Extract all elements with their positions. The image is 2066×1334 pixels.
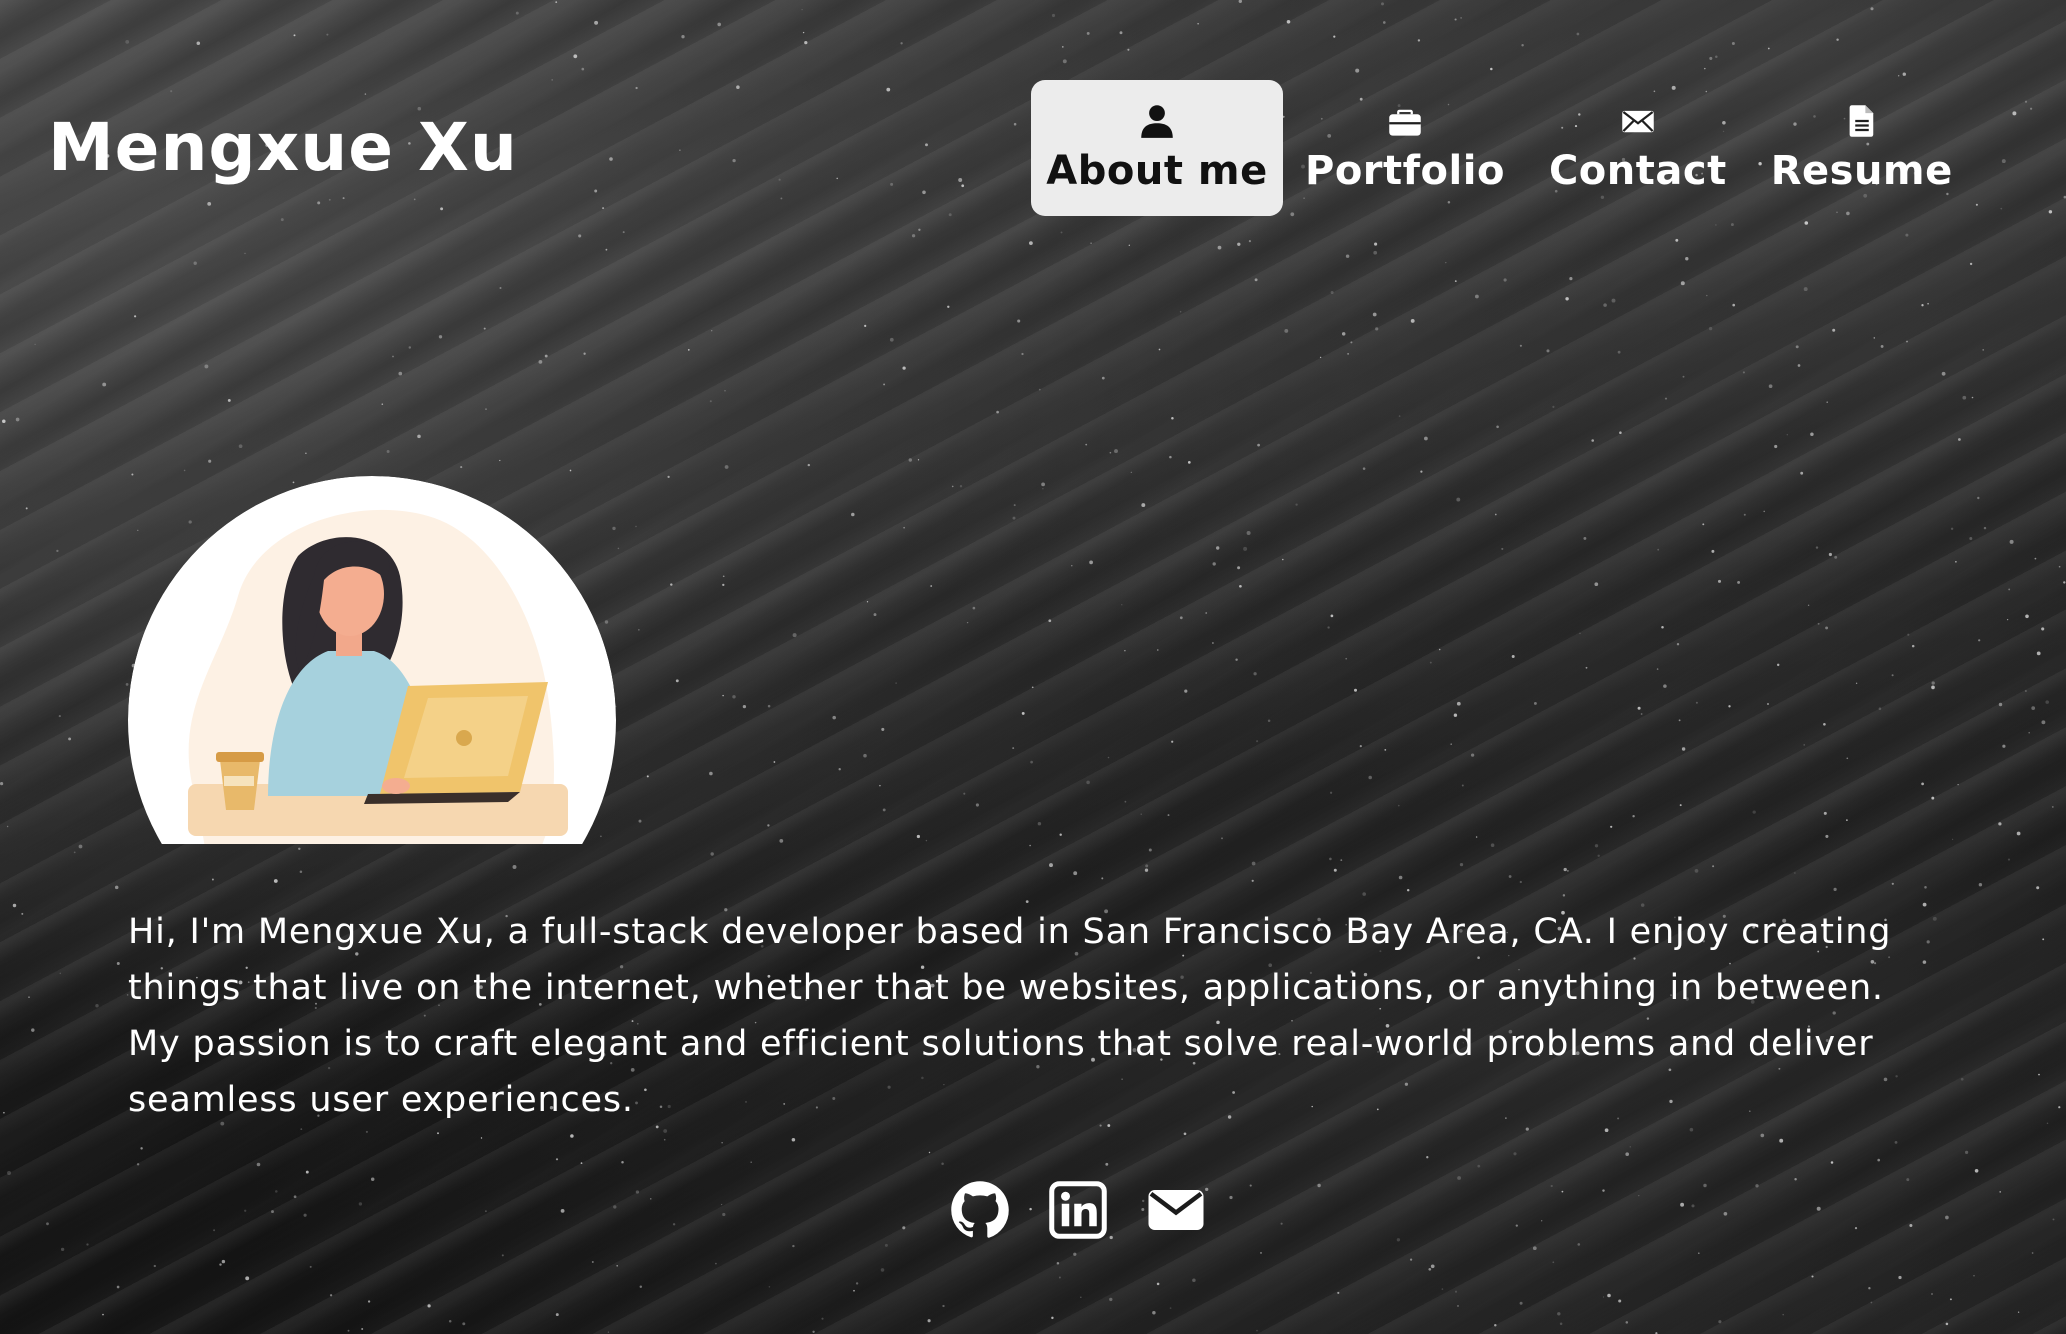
nav-portfolio[interactable]: Portfolio <box>1283 80 1527 216</box>
github-icon <box>951 1181 1009 1238</box>
nav-about-me-label: About me <box>1046 148 1268 194</box>
linkedin-icon <box>1049 1181 1107 1239</box>
developer-illustration-icon <box>128 476 616 844</box>
profile-avatar <box>128 476 616 844</box>
user-icon <box>1137 101 1177 141</box>
github-link[interactable] <box>950 1180 1010 1240</box>
document-icon <box>1842 101 1882 141</box>
email-icon <box>1148 1190 1204 1230</box>
nav-resume-label: Resume <box>1770 148 1953 194</box>
bio-paragraph: Hi, I'm Mengxue Xu, a full-stack develop… <box>128 912 1892 1120</box>
nav-about-me[interactable]: About me <box>1031 80 1283 216</box>
linkedin-link[interactable] <box>1048 1180 1108 1240</box>
envelope-icon <box>1618 101 1658 141</box>
nav-resume[interactable]: Resume <box>1749 80 1975 216</box>
nav-contact[interactable]: Contact <box>1527 80 1749 216</box>
social-links <box>950 1180 1206 1240</box>
nav-portfolio-label: Portfolio <box>1305 148 1505 194</box>
site-brand[interactable]: Mengxue Xu <box>48 108 518 188</box>
email-link[interactable] <box>1146 1180 1206 1240</box>
nav-contact-label: Contact <box>1548 148 1727 194</box>
briefcase-icon <box>1385 101 1425 141</box>
main-nav: About me Portfolio Contact Resume <box>1031 80 1975 216</box>
